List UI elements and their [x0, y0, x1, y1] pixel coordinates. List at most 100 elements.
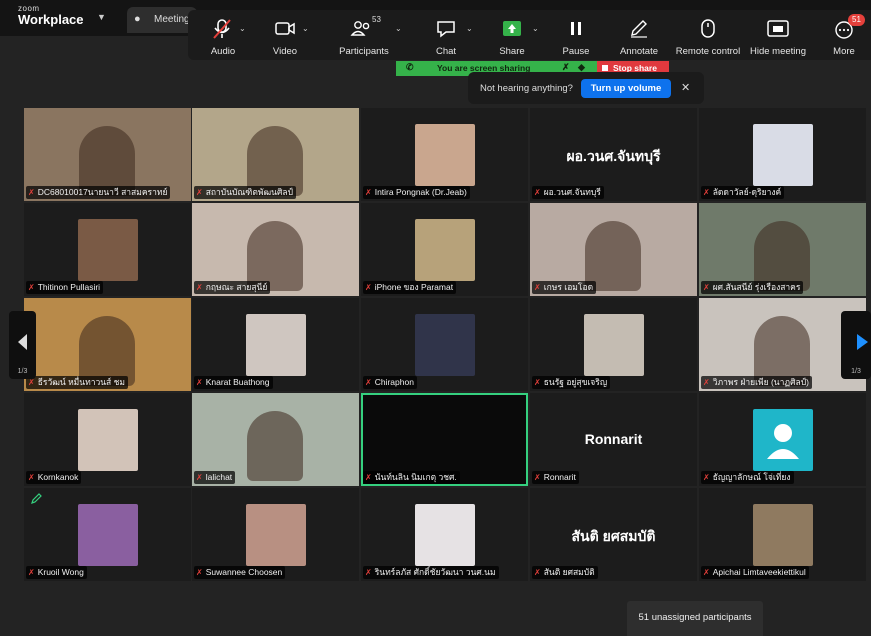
remote-control-button[interactable]: Remote control	[674, 10, 742, 60]
participant-name: ธนรัฐ อยู่สุขเจริญ	[543, 377, 608, 387]
meeting-toolbar: ⌄ Audio ⌄ Video 53 ⌄ Participants ⌄ Chat…	[188, 10, 871, 60]
share-button[interactable]: ⌄ Share	[492, 10, 539, 60]
muted-mic-icon: ✗	[28, 568, 35, 577]
muted-mic-icon: ✗	[28, 188, 35, 197]
audio-options-chevron-icon[interactable]: ⌄	[239, 24, 246, 33]
participant-tile[interactable]: ✗ เกษร เอมโอด	[530, 203, 697, 296]
muted-mic-icon: ✗	[534, 568, 541, 577]
profile-picture	[752, 504, 813, 566]
participant-tile[interactable]: ผอ.วนศ.จันทบุรี ✗ ผอ.วนศ.จันทบุรี	[530, 108, 697, 201]
participant-tile[interactable]: ✗ Chiraphon	[361, 298, 528, 391]
previous-page-button[interactable]: 1/3	[9, 311, 36, 379]
participant-name: ธีรวัฒน์ หมื่นทาวนส์ ชม	[37, 377, 125, 387]
profile-picture	[245, 314, 306, 376]
video-options-chevron-icon[interactable]: ⌄	[302, 24, 309, 33]
page-indicator-right: 1/3	[851, 368, 861, 375]
participant-tile[interactable]: ✗ กฤษณะ สายสุนีย์	[192, 203, 359, 296]
turn-up-volume-button[interactable]: Turn up volume	[581, 79, 671, 98]
participant-name: กฤษณะ สายสุนีย์	[205, 282, 268, 292]
participant-tile[interactable]: ✗ Apichai Limtaveekiettikul	[699, 488, 866, 581]
chevron-left-icon	[18, 334, 27, 350]
participant-tile[interactable]: สันติ ยศสมบัติ ✗ สันติ ยศสมบัติ	[530, 488, 697, 581]
participant-tile[interactable]: ✗ DC68010017นายนาวี สาสมคราทย์	[24, 108, 191, 201]
participant-name-label: ✗ Kruoil Wong	[26, 566, 87, 579]
edit-icon[interactable]	[29, 492, 43, 506]
participant-name: Chiraphon	[374, 377, 414, 387]
meeting-tab-label: Meeting	[154, 14, 190, 25]
participant-display-name: ผอ.วนศ.จันทบุรี	[566, 148, 661, 164]
chevron-down-icon[interactable]: ▼	[97, 12, 106, 22]
chat-button[interactable]: ⌄ Chat	[426, 10, 473, 60]
participant-name: สถาบันบัณฑิตพัฒนศิลป์	[205, 187, 293, 197]
participant-tile[interactable]: Ronnarit ✗ Ronnarit	[530, 393, 697, 486]
muted-mic-icon: ✗	[534, 473, 541, 482]
participant-tile[interactable]: ✗ ผศ.สันสนีย์ รุ่งเรืองสาคร	[699, 203, 866, 296]
annotate-button[interactable]: Annotate	[614, 10, 664, 60]
participant-name: Kornkanok	[37, 472, 79, 482]
profile-picture	[752, 124, 813, 186]
profile-picture	[77, 409, 138, 471]
video-button[interactable]: ⌄ Video	[264, 10, 309, 60]
participant-tile[interactable]: ✗ Knarat Buathong	[192, 298, 359, 391]
participant-tile[interactable]: ✗ iPhone ของ Paramat	[361, 203, 528, 296]
participant-tile[interactable]: ✗ Kornkanok	[24, 393, 191, 486]
participant-name-label: ✗ ธนรัฐ อยู่สุขเจริญ	[532, 376, 611, 389]
participants-options-chevron-icon[interactable]: ⌄	[395, 24, 402, 33]
participant-name-label: ✗ ผอ.วนศ.จันทบุรี	[532, 186, 604, 199]
participant-name: ผอ.วนศ.จันทบุรี	[543, 187, 601, 197]
participant-name: lalichat	[205, 472, 233, 482]
hide-meeting-label: Hide meeting	[750, 46, 806, 57]
unassigned-participants-button[interactable]: 51 unassigned participants	[627, 601, 763, 636]
participant-display-name: Ronnarit	[584, 431, 643, 447]
avatar-icon	[752, 409, 813, 471]
more-button[interactable]: 51 More	[826, 10, 865, 60]
phone-icon: ✆	[406, 62, 414, 72]
participant-tile[interactable]: ✗ Suwannee Choosen	[192, 488, 359, 581]
gallery-grid: ✗ DC68010017นายนาวี สาสมคราทย์ ✗ สถาบันบัณฑ…	[24, 108, 868, 582]
muted-mic-icon: ✗	[703, 473, 710, 482]
participant-name-label: ✗ lalichat	[194, 471, 236, 484]
close-icon[interactable]: ✕	[681, 81, 690, 94]
more-notification-badge: 51	[848, 14, 865, 26]
volume-notification: Not hearing anything? Turn up volume ✕	[468, 72, 704, 104]
participant-tile[interactable]: ✗ รินทร์ลภัส ศักดิ์ชัยวัฒนา วนศ.นม	[361, 488, 528, 581]
pen-icon	[631, 20, 647, 38]
participant-name: สันติ ยศสมบัติ	[543, 567, 595, 577]
participant-tile[interactable]: ✗ lalichat	[192, 393, 359, 486]
pause-label: Pause	[562, 46, 590, 57]
muted-mic-icon: ✗	[196, 283, 203, 292]
participant-tile[interactable]: ✗ Kruoil Wong	[24, 488, 191, 581]
participant-tile[interactable]: ✗ สถาบันบัณฑิตพัฒนศิลป์	[192, 108, 359, 201]
participant-tile[interactable]: ✗ Thitinon Pullasiri	[24, 203, 191, 296]
meeting-tab[interactable]: ● Meeting	[127, 7, 197, 33]
chat-options-chevron-icon[interactable]: ⌄	[466, 24, 473, 33]
participant-tile[interactable]: ✗ นันท์นลิน นิมเกตุ วชศ.	[361, 393, 528, 486]
pause-share-button[interactable]: Pause	[556, 10, 596, 60]
profile-picture	[77, 504, 138, 566]
page-indicator-left: 1/3	[17, 368, 28, 375]
participant-name: Apichai Limtaveekiettikul	[712, 567, 806, 577]
share-options-chevron-icon[interactable]: ⌄	[532, 24, 539, 33]
profile-picture	[245, 504, 306, 566]
participants-label: Participants	[339, 46, 389, 57]
chevron-right-icon	[857, 334, 868, 350]
muted-mic-icon: ✗	[534, 378, 541, 387]
zoom-logo[interactable]: zoom Workplace	[18, 5, 84, 27]
participant-name-label: ✗ Apichai Limtaveekiettikul	[701, 566, 809, 579]
participant-tile[interactable]: ✗ ธัญญาลักษณ์ โจ่เที่ยง	[699, 393, 866, 486]
participant-name-label: ✗ วิภาพร ฝ่ายเพีย (นาฏศิลป์)	[701, 376, 812, 389]
remote-control-label: Remote control	[675, 46, 741, 57]
participant-video	[247, 411, 303, 481]
participant-tile[interactable]: ✗ ลัดดาวัลย์-ดุริยางค์	[699, 108, 866, 201]
participant-tile[interactable]: ✗ Intira Pongnak (Dr.Jeab)	[361, 108, 528, 201]
next-page-button[interactable]: 1/3	[841, 311, 871, 379]
participant-tile[interactable]: ✗ ธนรัฐ อยู่สุขเจริญ	[530, 298, 697, 391]
participant-name-label: ✗ Kornkanok	[26, 471, 82, 484]
participant-tile[interactable]: ✗ ธีรวัฒน์ หมื่นทาวนส์ ชม	[24, 298, 191, 391]
participants-button[interactable]: 53 ⌄ Participants	[334, 10, 402, 60]
audio-button[interactable]: ⌄ Audio	[202, 10, 246, 60]
participant-name: รินทร์ลภัส ศักดิ์ชัยวัฒนา วนศ.นม	[374, 567, 496, 577]
participant-name: iPhone ของ Paramat	[374, 282, 454, 292]
hide-meeting-button[interactable]: Hide meeting	[746, 10, 810, 60]
participant-name: Ronnarit	[543, 472, 576, 482]
